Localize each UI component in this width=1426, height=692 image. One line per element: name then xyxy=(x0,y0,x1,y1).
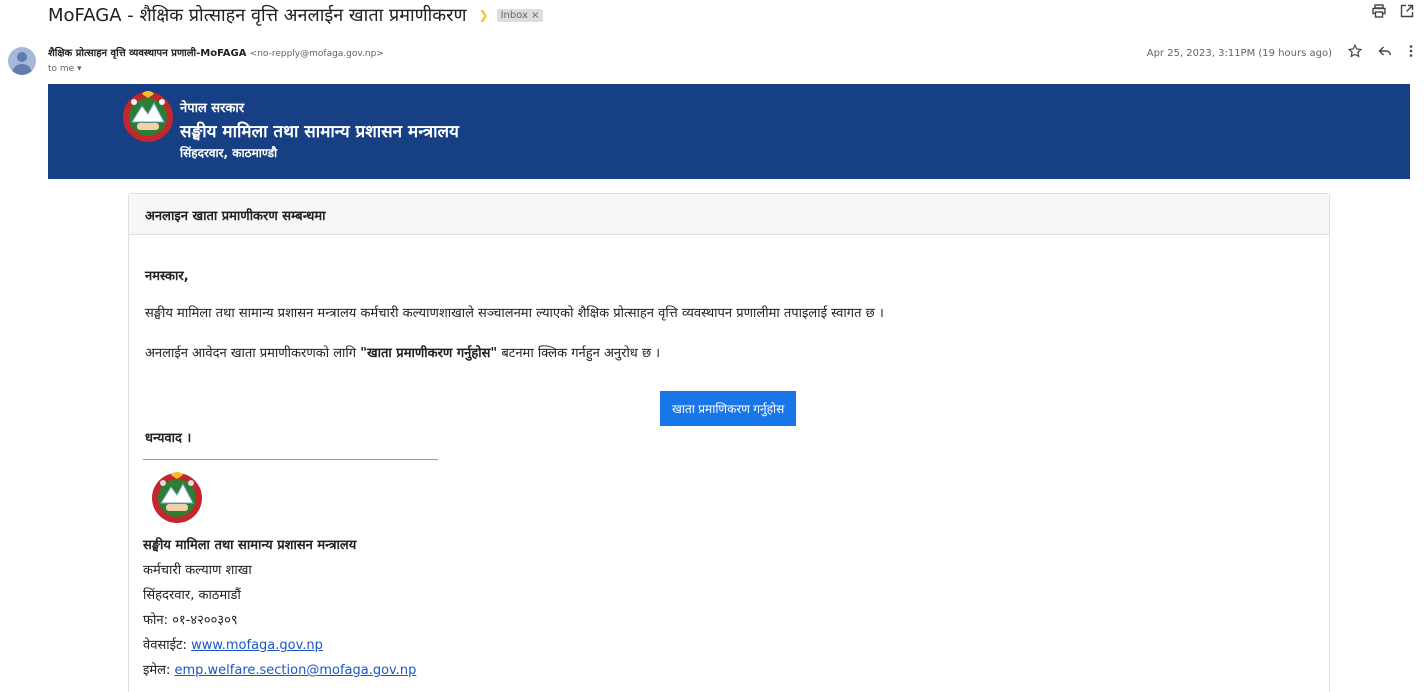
instruction-text-start: अनलाईन आवेदन खाता प्रमाणीकरणको लागि xyxy=(145,346,361,361)
message-card: अनलाइन खाता प्रमाणीकरण सम्बन्धमा नमस्कार… xyxy=(128,193,1330,692)
instruction-button-name: "खाता प्रमाणीकरण गर्नुहोस" xyxy=(360,346,498,361)
ministry-address: सिंहदरवार, काठमाण्डौ xyxy=(180,146,278,160)
print-icon[interactable] xyxy=(1372,4,1386,22)
thanks-text: धन्यवाद । xyxy=(145,431,192,446)
star-icon[interactable] xyxy=(1347,43,1363,62)
signature-divider xyxy=(143,459,438,460)
signature-section: कर्मचारी कल्याण शाखा xyxy=(143,563,252,578)
nepal-emblem-logo xyxy=(152,472,202,523)
reply-icon[interactable] xyxy=(1378,44,1392,62)
inbox-label-text: Inbox xyxy=(500,9,528,21)
website-link[interactable]: www.mofaga.gov.np xyxy=(191,638,323,653)
signature-address: सिंहदरवार, काठमाडौं xyxy=(143,588,241,603)
email-label: इमेल: xyxy=(143,663,175,678)
message-actions: Apr 25, 2023, 3:11PM (19 hours ago) xyxy=(1146,43,1414,62)
importance-marker-icon[interactable]: ❯ xyxy=(479,8,489,22)
instruction-paragraph: अनलाईन आवेदन खाता प्रमाणीकरणको लागि "खात… xyxy=(145,343,660,361)
nepal-emblem-logo xyxy=(123,91,173,142)
sender-avatar[interactable] xyxy=(8,47,36,75)
banner-text: नेपाल सरकार सङ्घीय मामिला तथा सामान्य प्… xyxy=(180,98,459,161)
sender-line: शैक्षिक प्रोत्साहन वृत्ति व्यवस्थापन प्र… xyxy=(48,45,384,59)
more-vertical-icon[interactable] xyxy=(1408,44,1414,62)
verify-account-button[interactable]: खाता प्रमाणिकरण गर्नुहोस xyxy=(660,391,797,426)
email-subject-row: MoFAGA - शैक्षिक प्रोत्साहन वृत्ति अनलाई… xyxy=(48,0,544,30)
email-link[interactable]: emp.welfare.section@mofaga.gov.np xyxy=(174,663,416,678)
open-in-new-window-icon[interactable] xyxy=(1400,4,1414,22)
instruction-text-end: बटनमा क्लिक गर्नहुन अनुरोध छ । xyxy=(497,346,661,361)
ministry-name: सङ्घीय मामिला तथा सामान्य प्रशासन मन्त्र… xyxy=(180,122,459,142)
signature-email-row: इमेल: emp.welfare.section@mofaga.gov.np xyxy=(143,660,416,678)
greeting: नमस्कार, xyxy=(145,269,189,284)
government-name: नेपाल सरकार xyxy=(180,101,245,116)
top-toolbar xyxy=(1372,4,1414,22)
signature-phone: फोन: ०१-४२००३०९ xyxy=(143,613,238,628)
signature-org: सङ्घीय मामिला तथा सामान्य प्रशासन मन्त्र… xyxy=(143,538,357,553)
inbox-label-chip[interactable]: Inbox × xyxy=(496,8,544,22)
message-date: Apr 25, 2023, 3:11PM (19 hours ago) xyxy=(1146,47,1332,59)
remove-label-icon[interactable]: × xyxy=(531,10,539,21)
email-subject: MoFAGA - शैक्षिक प्रोत्साहन वृत्ति अनलाई… xyxy=(48,5,467,26)
sender-email: <no-repply@mofaga.gov.np> xyxy=(249,49,384,59)
signature-website-row: वेवसाईट: www.mofaga.gov.np xyxy=(143,635,323,653)
card-header: अनलाइन खाता प्रमाणीकरण सम्बन्धमा xyxy=(129,194,1329,235)
sender-name[interactable]: शैक्षिक प्रोत्साहन वृत्ति व्यवस्थापन प्र… xyxy=(48,48,246,59)
welcome-paragraph: सङ्घीय मामिला तथा सामान्य प्रशासन मन्त्र… xyxy=(145,306,884,321)
government-banner: नेपाल सरकार सङ्घीय मामिला तथा सामान्य प्… xyxy=(48,84,1410,179)
recipient-details-toggle[interactable]: to me ▾ xyxy=(48,64,82,74)
website-label: वेवसाईट: xyxy=(143,638,192,653)
